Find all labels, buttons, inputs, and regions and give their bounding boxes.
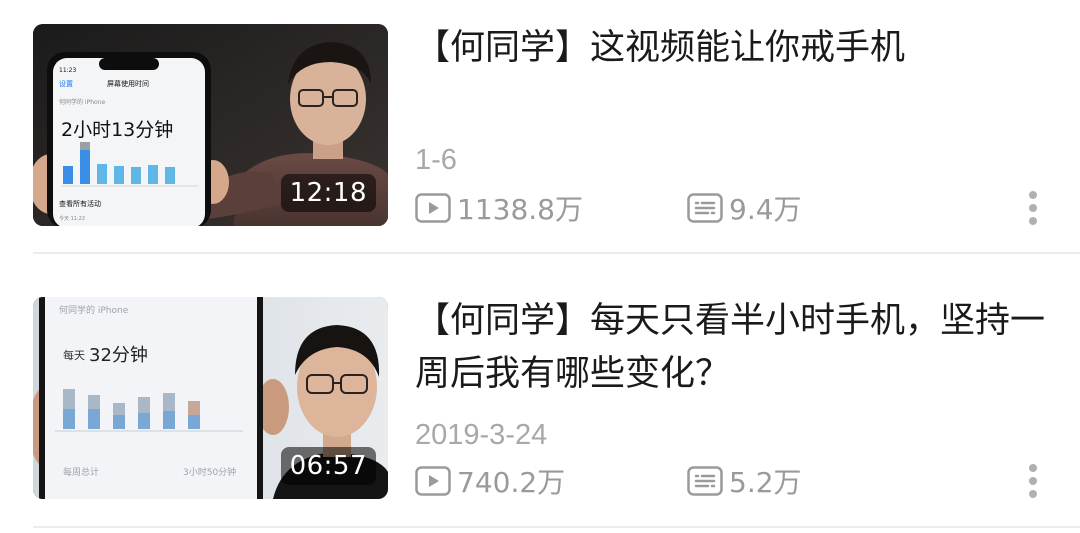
video-card[interactable]: 何同学的 iPhone 每天 32分钟 每周总计 3小时50分钟 06:57 【… [0,273,1080,523]
list-divider [33,526,1080,528]
play-icon [415,466,451,496]
view-count-value: 740.2万 [457,466,566,499]
view-count: 1138.8万 [415,188,583,228]
more-vertical-icon[interactable] [1021,188,1045,228]
video-thumbnail[interactable]: 11:23 设置 屏幕使用时间 何同学的 iPhone 2小时13分钟 查看所有… [33,24,388,226]
thumb-screen-title: 屏幕使用时间 [107,79,149,88]
danmaku-icon [687,466,723,496]
play-icon [415,193,451,223]
video-stats: 1138.8万 9.4万 [415,188,1045,228]
danmaku-count: 5.2万 [687,461,802,501]
list-divider [33,252,1080,254]
video-date: 2019-3-24 [415,419,548,451]
video-list: 11:23 设置 屏幕使用时间 何同学的 iPhone 2小时13分钟 查看所有… [0,0,1080,533]
danmaku-icon [687,193,723,223]
video-thumbnail[interactable]: 何同学的 iPhone 每天 32分钟 每周总计 3小时50分钟 06:57 [33,297,388,499]
danmaku-count-value: 5.2万 [729,466,802,499]
thumb-footer-right: 3小时50分钟 [183,466,236,478]
thumb-prefix: 每天 [63,348,85,362]
view-count: 740.2万 [415,461,565,501]
thumb-footer-left: 每周总计 [63,466,99,478]
more-vertical-icon[interactable] [1021,461,1045,501]
video-date: 1-6 [415,144,457,176]
video-info: 【何同学】这视频能让你戒手机 1-6 1138.8万 9.4万 [415,18,1045,228]
thumb-see-all: 查看所有活动 [59,199,101,208]
thumb-device-label: 何同学的 iPhone [59,304,129,316]
video-title[interactable]: 【何同学】每天只看半小时手机，坚持一周后我有哪些变化？ [415,295,1045,401]
video-stats: 740.2万 5.2万 [415,461,1045,501]
danmaku-count: 9.4万 [687,188,802,228]
thumb-footer: 今天 11:22 [59,215,85,222]
danmaku-count-value: 9.4万 [729,193,802,226]
video-info: 【何同学】每天只看半小时手机，坚持一周后我有哪些变化？ 2019-3-24 74… [415,291,1045,501]
thumb-back-label: 设置 [59,79,73,88]
thumb-usage-text: 2小时13分钟 [61,119,173,141]
thumb-device-label: 何同学的 iPhone [59,98,105,106]
video-duration: 06:57 [280,447,376,485]
video-duration: 12:18 [280,174,376,212]
video-title[interactable]: 【何同学】这视频能让你戒手机 [415,22,1045,75]
video-card[interactable]: 11:23 设置 屏幕使用时间 何同学的 iPhone 2小时13分钟 查看所有… [0,0,1080,250]
thumb-status-time: 11:23 [59,67,76,74]
view-count-value: 1138.8万 [457,193,583,226]
thumb-usage-text: 32分钟 [89,345,148,366]
